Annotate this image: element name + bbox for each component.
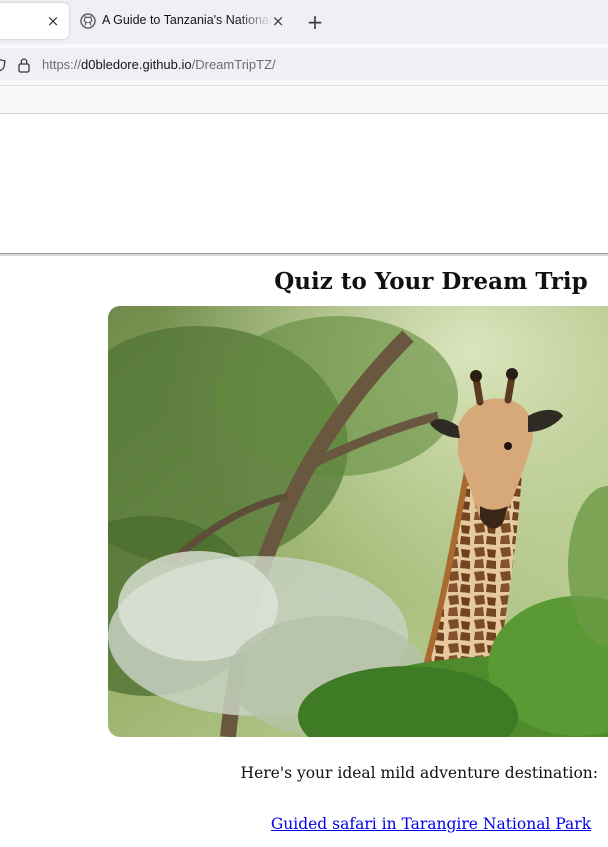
- shield-icon[interactable]: [0, 57, 6, 72]
- navigation-bar: https://d0bledore.github.io/DreamTripTZ/: [0, 44, 608, 86]
- new-tab-icon[interactable]: +: [306, 12, 324, 32]
- hero-image: [108, 306, 608, 737]
- github-icon: [80, 13, 96, 29]
- giraffe-illustration: [108, 306, 608, 737]
- section-divider: [0, 253, 608, 256]
- close-icon[interactable]: ×: [45, 13, 61, 29]
- lock-icon[interactable]: [17, 57, 31, 73]
- active-tab[interactable]: ×: [0, 3, 69, 39]
- bookmarks-toolbar: [0, 86, 608, 114]
- url-path: /DreamTripTZ/: [191, 57, 276, 72]
- destination-link[interactable]: Guided safari in Tarangire National Park: [250, 815, 608, 833]
- page-content: Quiz to Your Dream Trip Here's your idea…: [0, 114, 608, 847]
- page-title: Quiz to Your Dream Trip: [274, 268, 588, 295]
- tab-tanzania-guide[interactable]: A Guide to Tanzania's National Parks ×: [74, 3, 294, 39]
- result-text: Here's your ideal mild adventure destina…: [240, 764, 598, 782]
- url-host: d0bledore.github.io: [81, 57, 192, 72]
- close-icon[interactable]: ×: [270, 13, 286, 29]
- tab-title: A Guide to Tanzania's National Parks: [102, 13, 272, 27]
- url-text[interactable]: https://d0bledore.github.io/DreamTripTZ/: [42, 57, 276, 75]
- tab-bar: × A Guide to Tanzania's National Parks ×…: [0, 0, 608, 44]
- url-scheme: https://: [42, 57, 82, 72]
